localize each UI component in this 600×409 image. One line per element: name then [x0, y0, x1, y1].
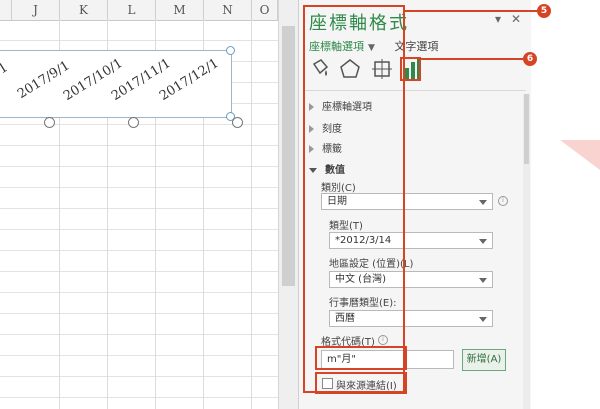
column-header-l[interactable]: L: [108, 0, 156, 20]
callout-line: [405, 10, 538, 12]
callout-badge-6: 6: [523, 52, 537, 66]
pane-scrollbar[interactable]: [523, 94, 530, 409]
highlight-axis-options-icon: [400, 57, 421, 81]
axis-tick-label: 6/1: [0, 60, 11, 84]
column-header-m[interactable]: M: [156, 0, 204, 20]
selection-handle[interactable]: [232, 117, 243, 128]
callout-line: [420, 58, 524, 60]
selection-handle[interactable]: [226, 46, 235, 55]
highlight-frame-pane: [303, 5, 405, 393]
selection-handle[interactable]: [128, 117, 139, 128]
column-headers: J K L M N O: [0, 0, 278, 21]
selection-handle[interactable]: [44, 117, 55, 128]
vertical-scrollbar[interactable]: [278, 0, 299, 409]
column-header-n[interactable]: N: [204, 0, 252, 20]
decorative-shape: [560, 140, 600, 170]
pane-options-icon[interactable]: ▾: [495, 12, 501, 26]
callout-badge-5: 5: [537, 4, 551, 18]
chart-axis-area[interactable]: 6/1 2017/9/1 2017/10/1 2017/11/1 2017/12…: [0, 50, 232, 118]
highlight-link-source: [315, 372, 407, 394]
chevron-down-icon: [479, 278, 487, 283]
chevron-down-icon: [479, 317, 487, 322]
info-icon[interactable]: i: [498, 196, 508, 206]
column-header-o[interactable]: O: [252, 0, 278, 20]
scrollbar-thumb[interactable]: [282, 26, 295, 286]
chevron-down-icon: [479, 200, 487, 205]
highlight-format-code: [315, 346, 407, 370]
chevron-down-icon: [479, 239, 487, 244]
close-icon[interactable]: ✕: [511, 12, 521, 26]
column-header-partial[interactable]: [0, 0, 12, 20]
column-header-k[interactable]: K: [60, 0, 108, 20]
column-header-j[interactable]: J: [12, 0, 60, 20]
spreadsheet: J K L M N O 6/1 2017/9/1 2017/10/1 2017/…: [0, 0, 278, 409]
add-button[interactable]: 新增(A): [462, 349, 506, 371]
scrollbar-thumb[interactable]: [524, 94, 529, 164]
